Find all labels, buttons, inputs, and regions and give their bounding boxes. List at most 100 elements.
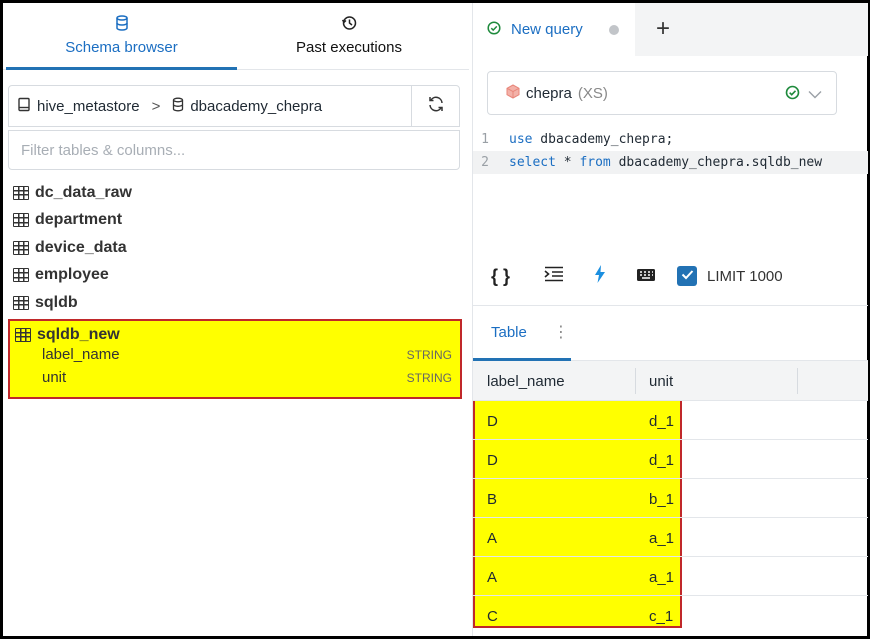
column-divider[interactable] xyxy=(635,368,636,394)
editor-toolbar: { } LIMIT 1000 xyxy=(491,261,861,291)
results-grid: label_name unit D d_1 D d_1 B b_1 A a_1 … xyxy=(473,361,868,635)
table-cell: b_1 xyxy=(649,491,675,508)
keyboard-shortcuts-button[interactable] xyxy=(623,261,669,291)
table-item[interactable]: device_data xyxy=(13,234,463,262)
table-list: dc_data_raw department device_data emplo… xyxy=(13,179,463,317)
keyboard-icon xyxy=(636,266,656,287)
database-icon xyxy=(6,15,237,31)
breadcrumb-separator: > xyxy=(151,98,161,115)
tab-schema-browser[interactable]: Schema browser xyxy=(6,3,237,70)
table-row[interactable]: C c_1 xyxy=(473,596,868,635)
warehouse-icon xyxy=(506,84,520,103)
warehouse-name: chepra xyxy=(526,85,572,102)
tab-past-executions[interactable]: Past executions xyxy=(249,3,449,70)
query-tab-label: New query xyxy=(511,21,583,38)
table-cell: A xyxy=(487,569,498,586)
selected-table-item[interactable]: sqldb_new xyxy=(15,321,120,348)
code-text: dbacademy_chepra; xyxy=(532,132,674,147)
sql-editor[interactable]: 1 use dbacademy_chepra; 2 select * from … xyxy=(473,128,868,174)
breadcrumb: hive_metastore > dbacademy_chepra xyxy=(8,85,460,127)
keyword: use xyxy=(509,132,533,147)
column-name: label_name xyxy=(42,346,120,363)
table-cell: a_1 xyxy=(649,569,675,586)
format-button[interactable]: { } xyxy=(491,261,531,291)
table-icon xyxy=(13,240,29,255)
filter-input[interactable] xyxy=(9,131,459,169)
refresh-icon xyxy=(427,95,445,117)
selected-table-name: sqldb_new xyxy=(37,325,120,343)
line-number: 2 xyxy=(481,155,489,170)
selected-table-highlight: sqldb_new label_name STRING unit STRING xyxy=(8,319,462,399)
table-cell: d_1 xyxy=(649,413,675,430)
filter-field[interactable] xyxy=(8,130,460,170)
tab-past-label: Past executions xyxy=(296,39,402,56)
table-row[interactable]: B b_1 xyxy=(473,479,868,518)
table-name: department xyxy=(35,211,123,229)
table-cell: D xyxy=(487,413,498,430)
breadcrumb-schema[interactable]: dbacademy_chepra xyxy=(190,98,322,115)
limit-checkbox[interactable] xyxy=(677,266,697,286)
table-name: dc_data_raw xyxy=(35,183,132,201)
table-cell: a_1 xyxy=(649,530,675,547)
left-tabs: Schema browser Past executions xyxy=(3,3,469,70)
table-row[interactable]: A a_1 xyxy=(473,557,868,596)
code-text: * xyxy=(555,155,580,170)
running-status-icon xyxy=(785,85,800,104)
table-name: employee xyxy=(35,266,109,284)
assistant-button[interactable] xyxy=(577,261,623,291)
table-cell: D xyxy=(487,452,498,469)
table-cell: d_1 xyxy=(649,452,675,469)
history-icon xyxy=(249,15,449,31)
table-icon xyxy=(13,185,29,200)
tab-schema-label: Schema browser xyxy=(65,39,178,56)
more-options-icon[interactable]: ⋮ xyxy=(553,322,569,342)
editor-line: 2 select * from dbacademy_chepra.sqldb_n… xyxy=(473,151,868,174)
table-icon xyxy=(13,213,29,228)
query-tabs: New query + xyxy=(473,3,868,56)
add-tab-button[interactable]: + xyxy=(648,15,678,43)
braces-icon: { } xyxy=(491,265,511,286)
limit-label: LIMIT 1000 xyxy=(707,267,783,285)
table-row[interactable]: A a_1 xyxy=(473,518,868,557)
keyword: from xyxy=(579,155,611,170)
table-icon xyxy=(13,295,29,310)
column-header[interactable]: label_name xyxy=(487,373,565,390)
table-item[interactable]: employee xyxy=(13,262,463,290)
table-cell: A xyxy=(487,530,498,547)
column-type: STRING xyxy=(406,371,452,385)
table-cell: c_1 xyxy=(649,608,674,625)
breadcrumb-catalog[interactable]: hive_metastore xyxy=(37,98,140,115)
table-row[interactable]: D d_1 xyxy=(473,440,868,479)
table-icon xyxy=(13,268,29,283)
warehouse-selector[interactable]: chepra (XS) xyxy=(487,71,837,115)
table-tab-label: Table xyxy=(491,323,527,341)
result-tabs: Table ⋮ xyxy=(473,305,868,361)
check-circle-icon xyxy=(487,20,501,39)
editor-line: 1 use dbacademy_chepra; xyxy=(473,128,868,151)
table-item[interactable]: sqldb xyxy=(13,289,463,317)
table-row[interactable]: D d_1 xyxy=(473,401,868,440)
table-name: sqldb xyxy=(35,293,78,311)
column-header[interactable]: unit xyxy=(649,373,673,390)
indent-button[interactable] xyxy=(531,261,577,291)
table-icon xyxy=(15,327,31,342)
table-name: device_data xyxy=(35,238,127,256)
refresh-button[interactable] xyxy=(411,86,459,126)
chevron-down-icon xyxy=(808,86,822,103)
column-row[interactable]: label_name STRING xyxy=(42,346,452,363)
query-panel: New query + chepra (XS) 1 use dbacademy_… xyxy=(472,3,868,636)
table-header-row: label_name unit xyxy=(473,361,868,401)
column-row[interactable]: unit STRING xyxy=(42,369,452,386)
indent-icon xyxy=(544,266,564,287)
keyword: select xyxy=(509,155,556,170)
table-item[interactable]: dc_data_raw xyxy=(13,179,463,207)
tab-new-query[interactable]: New query xyxy=(473,3,635,56)
table-item[interactable]: department xyxy=(13,207,463,235)
lightning-icon xyxy=(594,264,606,288)
code-text: dbacademy_chepra.sqldb_new xyxy=(610,155,823,170)
table-cell: C xyxy=(487,608,498,625)
warehouse-size: (XS) xyxy=(577,85,608,102)
schema-icon xyxy=(172,97,184,116)
column-divider[interactable] xyxy=(797,368,798,394)
column-name: unit xyxy=(42,369,67,386)
